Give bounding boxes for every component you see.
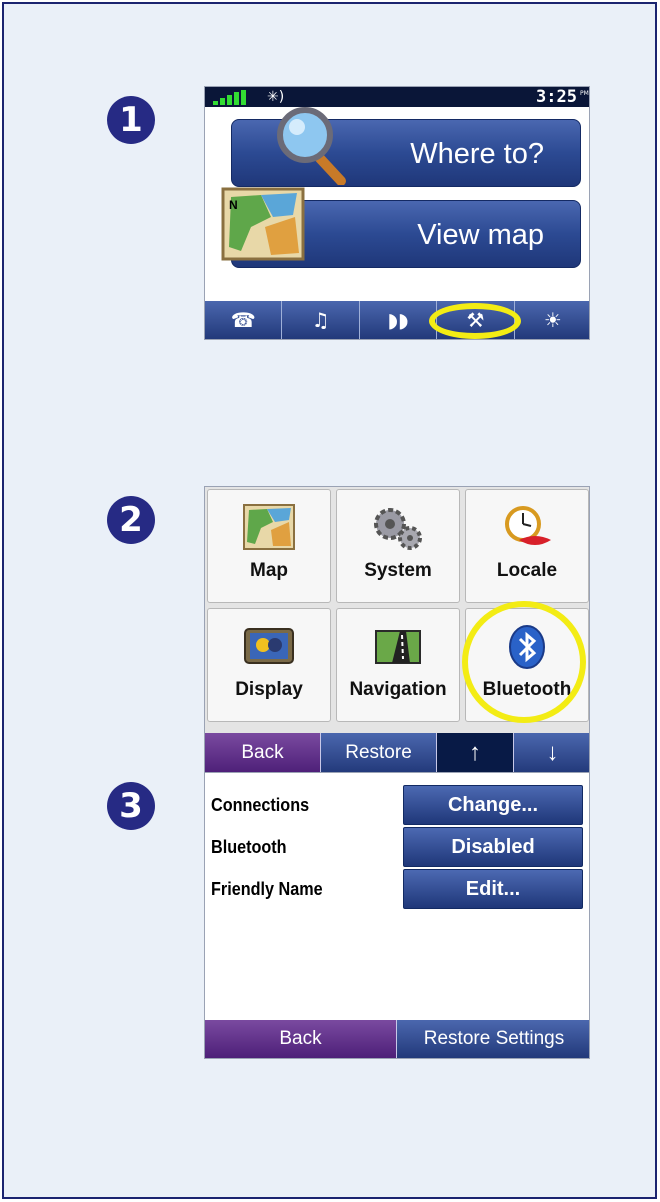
bluetooth-settings-screen: Connections Change... Bluetooth Disabled… [204, 772, 590, 1059]
tile-display[interactable]: Display [207, 608, 331, 722]
phone-icon: ☎ [230, 308, 256, 332]
magnifier-icon [277, 107, 346, 185]
back-button[interactable]: Back [205, 733, 321, 773]
tile-system-label: System [364, 560, 432, 581]
where-to-label: Where to? [410, 138, 544, 170]
time-display: 3:25 [536, 87, 577, 107]
music-button[interactable]: ♫ [282, 301, 360, 339]
signal-strength-icon [213, 90, 246, 105]
restore-button[interactable]: Restore [321, 733, 437, 773]
instruction-panel: 1 ✳) 3:25 PM Where to? View map N ☎ ♫ ◗◗… [2, 2, 657, 1199]
tile-navigation-label: Navigation [349, 679, 447, 700]
arrow-down-icon: ↓ [546, 739, 559, 766]
tile-locale[interactable]: Locale [465, 489, 589, 603]
setting-row-bluetooth: Bluetooth Disabled [205, 827, 589, 867]
step-number-2: 2 [107, 496, 155, 544]
settings-bottom-bar: Back Restore Settings [205, 1020, 589, 1058]
brightness-button[interactable]: ☀ [514, 301, 589, 339]
edit-button[interactable]: Edit... [403, 869, 583, 909]
tools-menu-screen: Map System Locale Display Navigation Blu… [204, 486, 590, 774]
tile-system[interactable]: System [336, 489, 460, 603]
arrow-up-icon: ↑ [469, 739, 481, 766]
change-button[interactable]: Change... [403, 785, 583, 825]
traffic-button[interactable]: ◗◗ [359, 301, 438, 339]
brightness-icon: ☀ [543, 308, 562, 332]
setting-label: Connections [211, 795, 310, 815]
tools-bottom-bar: Back Restore ↑ ↓ [205, 733, 589, 773]
traffic-icon: ◗◗ [387, 308, 409, 332]
restore-settings-button[interactable]: Restore Settings [397, 1020, 589, 1058]
map-icon: N [221, 187, 305, 261]
back-button[interactable]: Back [205, 1020, 397, 1058]
setting-row-friendly-name: Friendly Name Edit... [205, 869, 589, 909]
am-pm-indicator: PM [580, 90, 589, 97]
road-icon [375, 630, 421, 664]
highlight-circle [429, 303, 521, 339]
music-icon: ♫ [311, 308, 330, 332]
scroll-down-button[interactable]: ↓ [514, 733, 589, 773]
bluetooth-toggle-button[interactable]: Disabled [403, 827, 583, 867]
view-map-label: View map [417, 219, 544, 251]
setting-label: Friendly Name [211, 879, 323, 899]
setting-label: Bluetooth [211, 837, 287, 857]
main-menu-screen: ✳) 3:25 PM Where to? View map N ☎ ♫ ◗◗ ⚒… [204, 86, 590, 340]
tile-navigation[interactable]: Navigation [336, 608, 460, 722]
map-icon [243, 504, 295, 550]
gears-icon [374, 508, 422, 550]
scroll-up-button[interactable]: ↑ [437, 733, 514, 773]
phone-button[interactable]: ☎ [205, 301, 283, 339]
highlight-circle [462, 601, 586, 723]
display-icon [244, 628, 294, 664]
step-number-1: 1 [107, 96, 155, 144]
tile-display-label: Display [235, 679, 303, 700]
setting-row-connections: Connections Change... [205, 785, 589, 825]
tile-map[interactable]: Map [207, 489, 331, 603]
bluetooth-status-icon: ✳) [267, 89, 285, 105]
tile-locale-label: Locale [496, 560, 558, 581]
tile-map-label: Map [250, 560, 288, 581]
main-toolbar: ☎ ♫ ◗◗ ⚒ ☀ [205, 301, 589, 339]
clock-icon [505, 506, 551, 545]
step-number-3: 3 [107, 782, 155, 830]
status-bar: ✳) 3:25 PM [205, 87, 589, 107]
svg-text:N: N [229, 198, 238, 212]
